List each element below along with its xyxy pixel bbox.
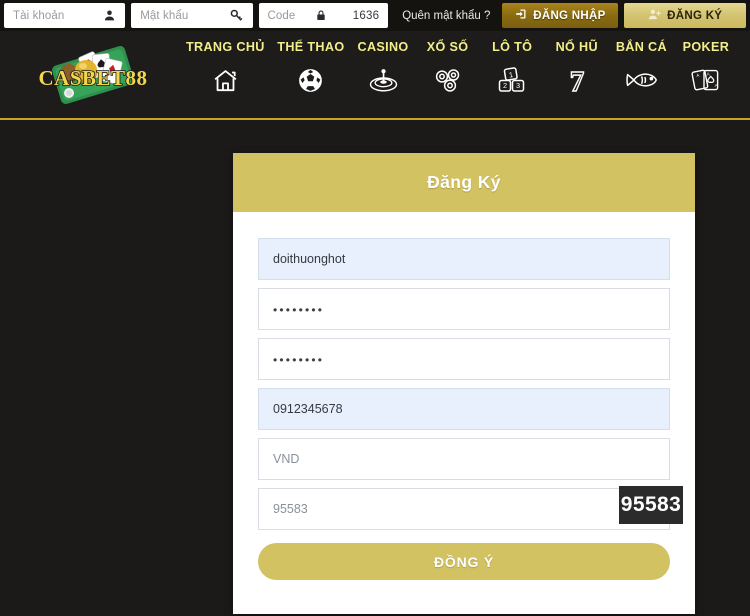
phone-input-value: 0912345678 <box>273 402 343 416</box>
nav-item-casino[interactable]: CASINO <box>357 40 409 97</box>
currency-input-placeholder: VND <box>273 452 300 466</box>
forgot-password-link[interactable]: Quên mật khẩu ? <box>402 10 490 22</box>
nav-item-trang-chu[interactable]: TRANG CHỦ <box>186 40 265 97</box>
page-title: Đăng Ký <box>427 172 501 192</box>
password-input-value: •••••••• <box>273 303 325 317</box>
login-arrow-icon <box>515 8 527 23</box>
nav-item-lo-to[interactable]: LÔ TÔ 1 2 3 <box>486 40 538 97</box>
site-logo[interactable]: CASBET88 <box>0 31 186 120</box>
nav-item-ban-ca[interactable]: BẮN CÁ <box>615 40 667 97</box>
svg-text:1: 1 <box>508 70 513 80</box>
captcha-input[interactable]: 95583 95583 <box>258 486 683 530</box>
nav-item-no-hu[interactable]: NỔ HŨ 7 <box>551 40 603 97</box>
password-field[interactable]: Mật khẩu <box>131 3 253 28</box>
register-button-label: ĐĂNG KÝ <box>667 9 723 22</box>
register-button[interactable]: ĐĂNG KÝ <box>624 3 747 28</box>
top-login-bar: Tài khoản Mật khẩu Code 1636 Quên mật kh… <box>0 0 750 31</box>
password-input-placeholder: Mật khẩu <box>140 9 189 22</box>
key-icon <box>229 8 244 23</box>
slot-seven-icon: 7 <box>565 63 589 97</box>
nav-item-xo-so[interactable]: XỔ SỐ <box>422 40 474 97</box>
nav-item-the-thao[interactable]: THỂ THAO <box>277 40 344 97</box>
nav-label: POKER <box>682 40 730 54</box>
svg-text:2: 2 <box>503 81 507 90</box>
soccer-ball-icon <box>297 63 324 97</box>
lock-icon <box>315 9 327 22</box>
username-input-value: doithuonghot <box>273 252 346 266</box>
main-navigation: TRANG CHỦ THỂ THAO CASINO XỔ SỐ LÔ TÔ 1 … <box>186 31 750 97</box>
svg-text:A: A <box>696 73 700 78</box>
svg-text:A: A <box>707 71 711 76</box>
user-icon <box>103 9 116 22</box>
login-button[interactable]: ĐĂNG NHẬP <box>502 3 619 28</box>
code-field[interactable]: Code 1636 <box>258 3 389 28</box>
nav-label: XỔ SỐ <box>426 40 469 54</box>
nav-label: BẮN CÁ <box>615 40 667 54</box>
playing-cards-icon: A A A <box>691 63 721 97</box>
main-content: Đăng Ký doithuonghot •••••••• •••••••• 0… <box>0 120 750 616</box>
register-card: Đăng Ký doithuonghot •••••••• •••••••• 0… <box>233 153 695 614</box>
code-input-placeholder: Code <box>267 9 296 22</box>
roulette-icon <box>368 63 399 97</box>
fish-icon <box>625 63 658 97</box>
captcha-input-placeholder: 95583 <box>273 502 308 516</box>
username-input[interactable]: doithuonghot <box>258 238 670 280</box>
nav-label: TRANG CHỦ <box>186 40 265 54</box>
currency-input[interactable]: VND <box>258 438 670 480</box>
dice-blocks-icon: 1 2 3 <box>497 63 527 97</box>
nav-label: THỂ THAO <box>277 40 345 54</box>
account-input-placeholder: Tài khoản <box>13 9 65 22</box>
svg-text:7: 7 <box>570 66 585 95</box>
svg-text:3: 3 <box>516 81 520 90</box>
nav-label: LÔ TÔ <box>492 40 533 54</box>
confirm-password-input-value: •••••••• <box>273 353 325 367</box>
confirm-password-input[interactable]: •••••••• <box>258 338 670 380</box>
nav-label: CASINO <box>357 40 409 54</box>
logo-artwork: CASBET88 <box>34 45 152 107</box>
code-captcha-value: 1636 <box>352 9 380 22</box>
home-icon <box>211 63 240 97</box>
user-plus-icon <box>648 8 661 24</box>
register-card-header: Đăng Ký <box>233 153 695 212</box>
site-header: CASBET88 TRANG CHỦ THỂ THAO CASINO XỔ SỐ… <box>0 31 750 120</box>
account-field[interactable]: Tài khoản <box>4 3 126 28</box>
register-card-body: doithuonghot •••••••• •••••••• 091234567… <box>233 212 695 614</box>
lottery-balls-icon <box>433 63 463 97</box>
nav-label: NỔ HŨ <box>555 40 598 54</box>
svg-text:CASBET88: CASBET88 <box>38 66 147 90</box>
login-button-label: ĐĂNG NHẬP <box>533 9 606 22</box>
submit-button[interactable]: ĐỒNG Ý <box>258 543 670 580</box>
nav-item-poker[interactable]: POKER A A A <box>680 40 732 97</box>
captcha-image[interactable]: 95583 <box>619 486 683 524</box>
phone-input[interactable]: 0912345678 <box>258 388 670 430</box>
password-input[interactable]: •••••••• <box>258 288 670 330</box>
